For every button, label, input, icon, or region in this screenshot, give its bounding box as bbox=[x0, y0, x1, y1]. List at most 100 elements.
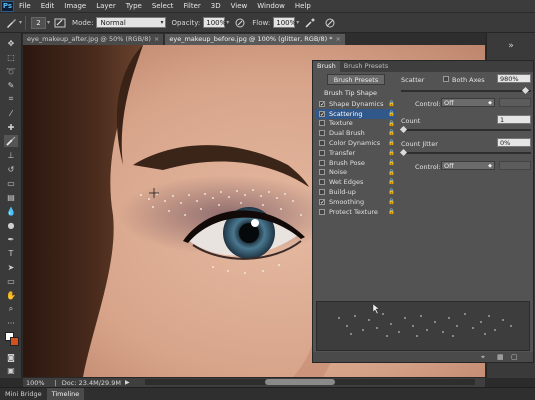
tab-mini-bridge[interactable]: Mini Bridge bbox=[0, 388, 47, 400]
close-icon[interactable]: × bbox=[154, 35, 159, 43]
menu-help[interactable]: Help bbox=[290, 2, 316, 10]
lock-icon[interactable]: 🔒 bbox=[388, 101, 395, 107]
menu-view[interactable]: View bbox=[226, 2, 253, 10]
checkbox[interactable]: ✓ bbox=[319, 100, 325, 107]
count-slider-thumb[interactable] bbox=[399, 125, 408, 134]
lock-icon[interactable]: 🔒 bbox=[388, 140, 395, 146]
control-dropdown[interactable]: Off ◆ bbox=[441, 161, 495, 170]
checkbox[interactable] bbox=[319, 169, 325, 176]
toggle-hardness-preview-icon[interactable]: ⌖ bbox=[481, 353, 485, 362]
menu-select[interactable]: Select bbox=[147, 2, 179, 10]
eyedropper-tool-icon[interactable]: ⁄ bbox=[4, 107, 18, 119]
scatter-slider-track[interactable] bbox=[401, 90, 531, 92]
brush-tool-icon[interactable] bbox=[4, 16, 18, 30]
zoom-level[interactable]: 100% bbox=[26, 379, 45, 387]
lock-icon[interactable]: 🔒 bbox=[388, 209, 395, 215]
menu-filter[interactable]: Filter bbox=[178, 2, 205, 10]
brush-picker-arrow-icon[interactable]: ▾ bbox=[47, 19, 50, 26]
pressure-size-icon[interactable] bbox=[323, 16, 337, 30]
count-jitter-value-field[interactable]: 0% bbox=[497, 138, 531, 147]
lock-icon[interactable]: 🔒 bbox=[388, 150, 395, 156]
tab-brush-presets[interactable]: Brush Presets bbox=[340, 61, 392, 72]
tab-eye-makeup-before[interactable]: eye_makeup_before.jpg @ 100% (glitter, R… bbox=[165, 34, 345, 45]
option-transfer[interactable]: Transfer 🔒 bbox=[316, 148, 396, 158]
brush-presets-button[interactable]: Brush Presets bbox=[327, 74, 385, 85]
quick-mask-icon[interactable]: ◙ bbox=[4, 351, 18, 363]
checkbox[interactable] bbox=[319, 208, 325, 215]
lock-icon[interactable]: 🔒 bbox=[388, 199, 395, 205]
pen-tool-icon[interactable]: ✒ bbox=[4, 233, 18, 245]
type-tool-icon[interactable]: T bbox=[4, 247, 18, 259]
move-tool-icon[interactable]: ✥ bbox=[4, 37, 18, 49]
lock-icon[interactable]: 🔒 bbox=[388, 170, 395, 176]
checkbox[interactable] bbox=[319, 159, 325, 166]
menu-file[interactable]: File bbox=[14, 2, 36, 10]
airbrush-icon[interactable] bbox=[303, 16, 317, 30]
scrollbar-thumb[interactable] bbox=[265, 379, 335, 385]
lock-icon[interactable]: 🔒 bbox=[388, 111, 395, 117]
checkbox[interactable] bbox=[319, 140, 325, 147]
tool-preset-arrow-icon[interactable]: ▾ bbox=[19, 19, 22, 26]
control-dropdown[interactable]: Off ◆ bbox=[441, 98, 495, 107]
tab-brush[interactable]: Brush bbox=[313, 61, 340, 72]
scatter-value-field[interactable]: 980% bbox=[497, 74, 531, 83]
background-color-swatch[interactable] bbox=[10, 337, 19, 346]
lock-icon[interactable]: 🔒 bbox=[388, 121, 395, 127]
brush-tool-icon[interactable] bbox=[4, 135, 18, 147]
both-axes-checkbox[interactable] bbox=[443, 76, 449, 82]
lock-icon[interactable]: 🔒 bbox=[388, 130, 395, 136]
pressure-opacity-icon[interactable] bbox=[233, 16, 247, 30]
menu-image[interactable]: Image bbox=[59, 2, 91, 10]
lasso-tool-icon[interactable]: ➰ bbox=[4, 65, 18, 77]
tab-timeline[interactable]: Timeline bbox=[46, 388, 85, 400]
scatter-slider-thumb[interactable] bbox=[521, 86, 529, 95]
option-wet-edges[interactable]: Wet Edges 🔒 bbox=[316, 177, 396, 187]
count-jitter-slider-track[interactable] bbox=[401, 152, 531, 154]
horizontal-scrollbar[interactable] bbox=[145, 379, 475, 385]
healing-brush-icon[interactable]: ✚ bbox=[4, 121, 18, 133]
option-build-up[interactable]: Build-up 🔒 bbox=[316, 187, 396, 197]
option-smoothing[interactable]: ✓ Smoothing 🔒 bbox=[316, 197, 396, 207]
checkbox[interactable]: ✓ bbox=[319, 110, 325, 117]
gradient-tool-icon[interactable]: ▤ bbox=[4, 191, 18, 203]
checkbox[interactable] bbox=[319, 149, 325, 156]
menu-type[interactable]: Type bbox=[121, 2, 147, 10]
brush-size-picker[interactable]: 2 bbox=[31, 16, 47, 29]
opacity-field[interactable]: 100% bbox=[203, 17, 226, 28]
option-scattering[interactable]: ✓ Scattering 🔒 bbox=[316, 108, 396, 119]
menu-3d[interactable]: 3D bbox=[206, 2, 226, 10]
option-texture[interactable]: Texture 🔒 bbox=[316, 119, 396, 129]
count-slider-track[interactable] bbox=[401, 129, 531, 131]
option-shape-dynamics[interactable]: ✓ Shape Dynamics 🔒 bbox=[316, 99, 396, 109]
checkbox[interactable] bbox=[319, 179, 325, 186]
mode-dropdown[interactable]: Normal ▾ bbox=[96, 17, 167, 28]
checkbox[interactable] bbox=[319, 120, 325, 127]
clone-stamp-icon[interactable]: ⊥ bbox=[4, 149, 18, 161]
lock-icon[interactable]: 🔒 bbox=[388, 189, 395, 195]
brush-tip-shape-item[interactable]: Brush Tip Shape bbox=[316, 89, 396, 98]
more-tools-icon[interactable]: ··· bbox=[4, 317, 18, 329]
flow-field[interactable]: 100% bbox=[273, 17, 296, 28]
grid-view-icon[interactable]: ▦ bbox=[497, 353, 504, 361]
opacity-arrow-icon[interactable]: ▾ bbox=[226, 19, 229, 26]
menu-layer[interactable]: Layer bbox=[91, 2, 121, 10]
shape-tool-icon[interactable]: ▭ bbox=[4, 275, 18, 287]
menu-window[interactable]: Window bbox=[252, 2, 290, 10]
count-value-field[interactable]: 1 bbox=[497, 115, 531, 124]
option-protect-texture[interactable]: Protect Texture 🔒 bbox=[316, 207, 396, 217]
option-color-dynamics[interactable]: Color Dynamics 🔒 bbox=[316, 138, 396, 148]
brush-panel-toggle-icon[interactable] bbox=[53, 16, 67, 30]
option-brush-pose[interactable]: Brush Pose 🔒 bbox=[316, 158, 396, 168]
screen-mode-icon[interactable]: ▣ bbox=[4, 364, 18, 376]
history-brush-icon[interactable]: ↺ bbox=[4, 163, 18, 175]
blur-tool-icon[interactable]: 💧 bbox=[4, 205, 18, 217]
close-icon[interactable]: × bbox=[336, 35, 341, 43]
count-jitter-slider-thumb[interactable] bbox=[399, 148, 408, 157]
status-menu-arrow-icon[interactable]: ▶ bbox=[125, 379, 130, 386]
lock-icon[interactable]: 🔒 bbox=[388, 179, 395, 185]
marquee-tool-icon[interactable]: ⬚ bbox=[4, 51, 18, 63]
checkbox[interactable]: ✓ bbox=[319, 198, 325, 205]
hand-tool-icon[interactable]: ✋ bbox=[4, 289, 18, 301]
dodge-tool-icon[interactable]: ● bbox=[4, 219, 18, 231]
path-selection-icon[interactable]: ➤ bbox=[4, 261, 18, 273]
